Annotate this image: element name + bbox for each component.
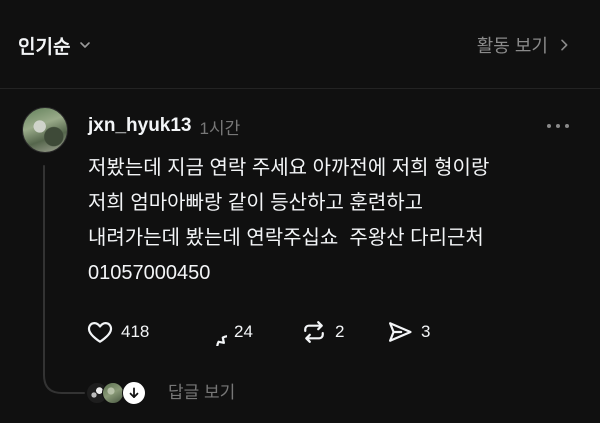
avatar[interactable] xyxy=(22,107,68,153)
view-activity-link[interactable]: 활동 보기 xyxy=(477,32,572,58)
post-body-line: 저봤는데 지금 연락 주세요 아까전에 저희 형이랑 xyxy=(88,157,490,179)
thread-line xyxy=(43,165,85,394)
timestamp: 1시간 xyxy=(199,118,241,138)
sort-dropdown[interactable]: 인기순 xyxy=(18,32,93,58)
reply-count: 24 xyxy=(234,322,253,341)
post-body: 저봤는데 지금 연락 주세요 아까전에 저희 형이랑 저희 엄마아빠랑 같이 등… xyxy=(88,151,489,291)
heart-icon xyxy=(86,318,114,346)
share-button[interactable]: 3 xyxy=(386,318,430,346)
like-button[interactable]: 418 xyxy=(86,318,149,346)
chevron-right-icon xyxy=(556,37,572,53)
view-replies-label: 답글 보기 xyxy=(168,383,236,402)
repost-button[interactable]: 2 xyxy=(300,318,344,346)
reply-avatar xyxy=(102,382,124,404)
view-replies-button[interactable]: 답글 보기 xyxy=(86,381,286,405)
send-icon xyxy=(386,318,414,346)
like-count: 418 xyxy=(121,322,150,341)
header-divider xyxy=(0,88,600,89)
post-body-line: 01057000450 xyxy=(88,262,211,284)
chevron-down-icon xyxy=(77,37,93,53)
repost-icon xyxy=(300,318,328,346)
post-body-line: 저희 엄마아빠랑 같이 등산하고 훈련하고 xyxy=(88,192,424,214)
more-options-icon[interactable] xyxy=(542,114,574,138)
repost-count: 2 xyxy=(335,322,345,341)
view-activity-label: 활동 보기 xyxy=(476,36,548,56)
post-body-line: 내려가는데 봤는데 연락주십쇼 주왕산 다리근처 xyxy=(88,227,484,249)
arrow-down-icon xyxy=(122,381,146,405)
sort-label: 인기순 xyxy=(18,36,71,58)
username[interactable]: jxn_hyuk13 xyxy=(88,115,192,137)
post-header: jxn_hyuk13 1시간 xyxy=(88,113,240,139)
comment-icon xyxy=(199,318,227,346)
share-count: 3 xyxy=(421,322,431,341)
reply-button[interactable]: 24 xyxy=(199,318,253,346)
